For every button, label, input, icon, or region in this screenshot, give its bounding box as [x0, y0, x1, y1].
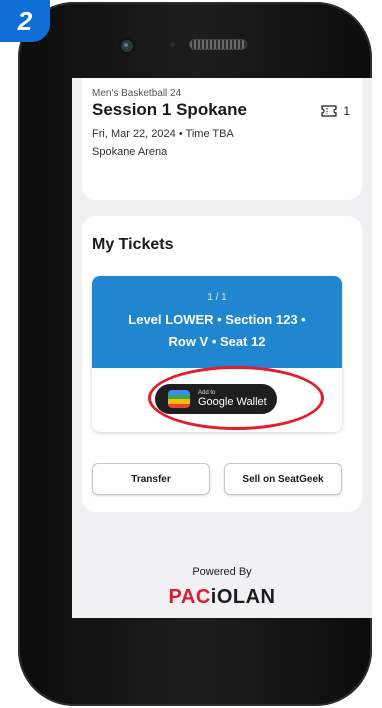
event-category: Men's Basketball 24 [92, 88, 182, 99]
ticket-header: 1 / 1 Level LOWER • Section 123 • Row V … [92, 276, 342, 368]
my-tickets-card: My Tickets 1 / 1 Level LOWER • Section 1… [82, 216, 362, 512]
step-number: 2 [17, 5, 33, 36]
sell-on-seatgeek-button[interactable]: Sell on SeatGeek [224, 463, 342, 495]
brand-part2: iOLAN [210, 586, 276, 608]
highlight-circle [148, 366, 324, 430]
screen: Men's Basketball 24 Session 1 Spokane 1 … [72, 78, 372, 618]
step-badge: 2 [0, 0, 50, 42]
earpiece-speaker [190, 40, 246, 49]
brand-part1: PAC [168, 586, 211, 608]
transfer-button[interactable]: Transfer [92, 463, 210, 495]
ticket-index: 1 / 1 [207, 292, 227, 303]
phone-frame: Men's Basketball 24 Session 1 Spokane 1 … [18, 2, 372, 706]
ticket-icon [321, 105, 337, 117]
front-camera [121, 40, 133, 52]
ticket-count-value: 1 [343, 104, 350, 118]
ticket-seat-line2: Row V • Seat 12 [168, 334, 266, 349]
event-venue: Spokane Arena [92, 146, 168, 158]
powered-by-label: Powered By [192, 566, 252, 578]
event-title: Session 1 Spokane [92, 100, 247, 119]
my-tickets-heading: My Tickets [92, 236, 174, 253]
event-date: Fri, Mar 22, 2024 • Time TBA [92, 128, 234, 140]
ticket[interactable]: 1 / 1 Level LOWER • Section 123 • Row V … [92, 276, 342, 432]
event-card: Men's Basketball 24 Session 1 Spokane 1 … [82, 78, 362, 200]
sensor [170, 42, 175, 47]
ticket-count: 1 [321, 104, 350, 118]
ticket-seat-line1: Level LOWER • Section 123 • [128, 312, 306, 327]
paciolan-logo: PACiOLAN [72, 586, 372, 609]
